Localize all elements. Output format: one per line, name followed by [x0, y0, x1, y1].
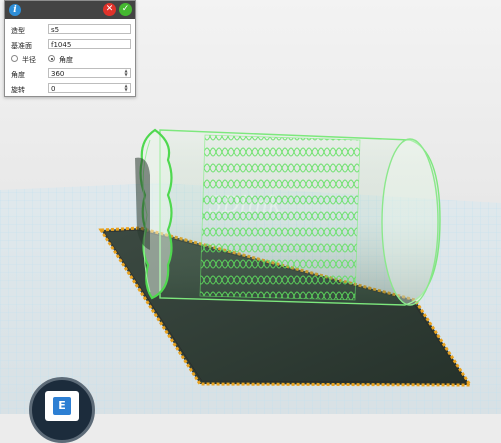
base-plane-row: 基准面 f1045: [5, 39, 135, 51]
shape-label: 造型: [11, 27, 25, 35]
radius-radio-label: 半径: [22, 56, 36, 64]
base-plane-label: 基准面: [11, 42, 32, 50]
info-icon[interactable]: i: [9, 4, 21, 16]
app-logo-button[interactable]: E: [29, 377, 95, 443]
close-icon: ✕: [105, 4, 114, 14]
shape-row: 造型 s5: [5, 24, 135, 36]
angle-spinbox[interactable]: 360 ▲ ▼: [48, 68, 131, 78]
base-plane-input[interactable]: f1045: [48, 39, 131, 49]
shape-input[interactable]: s5: [48, 24, 131, 34]
confirm-button[interactable]: ✓: [119, 3, 132, 16]
panel-header: i ✕ ✓: [5, 1, 135, 19]
parameter-panel: i ✕ ✓ 造型 s5 基准面 f1045 半径 角度 角度 360 ▲ ▼ 旋转…: [4, 0, 136, 97]
angle-value: 360: [51, 70, 65, 78]
checkmark-icon: ✓: [121, 4, 130, 14]
angle-label: 角度: [11, 71, 25, 79]
cancel-button[interactable]: ✕: [103, 3, 116, 16]
angle-row: 角度 360 ▲ ▼: [5, 68, 135, 80]
mode-radio-row: 半径 角度: [5, 54, 135, 66]
rotation-value: 0: [51, 85, 56, 93]
angle-radio[interactable]: [48, 55, 55, 62]
radius-radio[interactable]: [11, 55, 18, 62]
rotation-label: 旋转: [11, 86, 25, 94]
spin-arrows-icon[interactable]: ▲ ▼: [123, 69, 129, 78]
app-cube-icon: E: [45, 391, 79, 421]
rotation-row: 旋转 0 ▲ ▼: [5, 83, 135, 95]
rotation-spinbox[interactable]: 0 ▲ ▼: [48, 83, 131, 93]
app-logo-mark: E: [53, 397, 71, 415]
lattice-cylinder-model[interactable]: [135, 128, 441, 306]
angle-radio-label: 角度: [59, 56, 73, 64]
spin-arrows-icon[interactable]: ▲ ▼: [123, 84, 129, 93]
watermark-text: 3Dlink: [208, 193, 281, 218]
